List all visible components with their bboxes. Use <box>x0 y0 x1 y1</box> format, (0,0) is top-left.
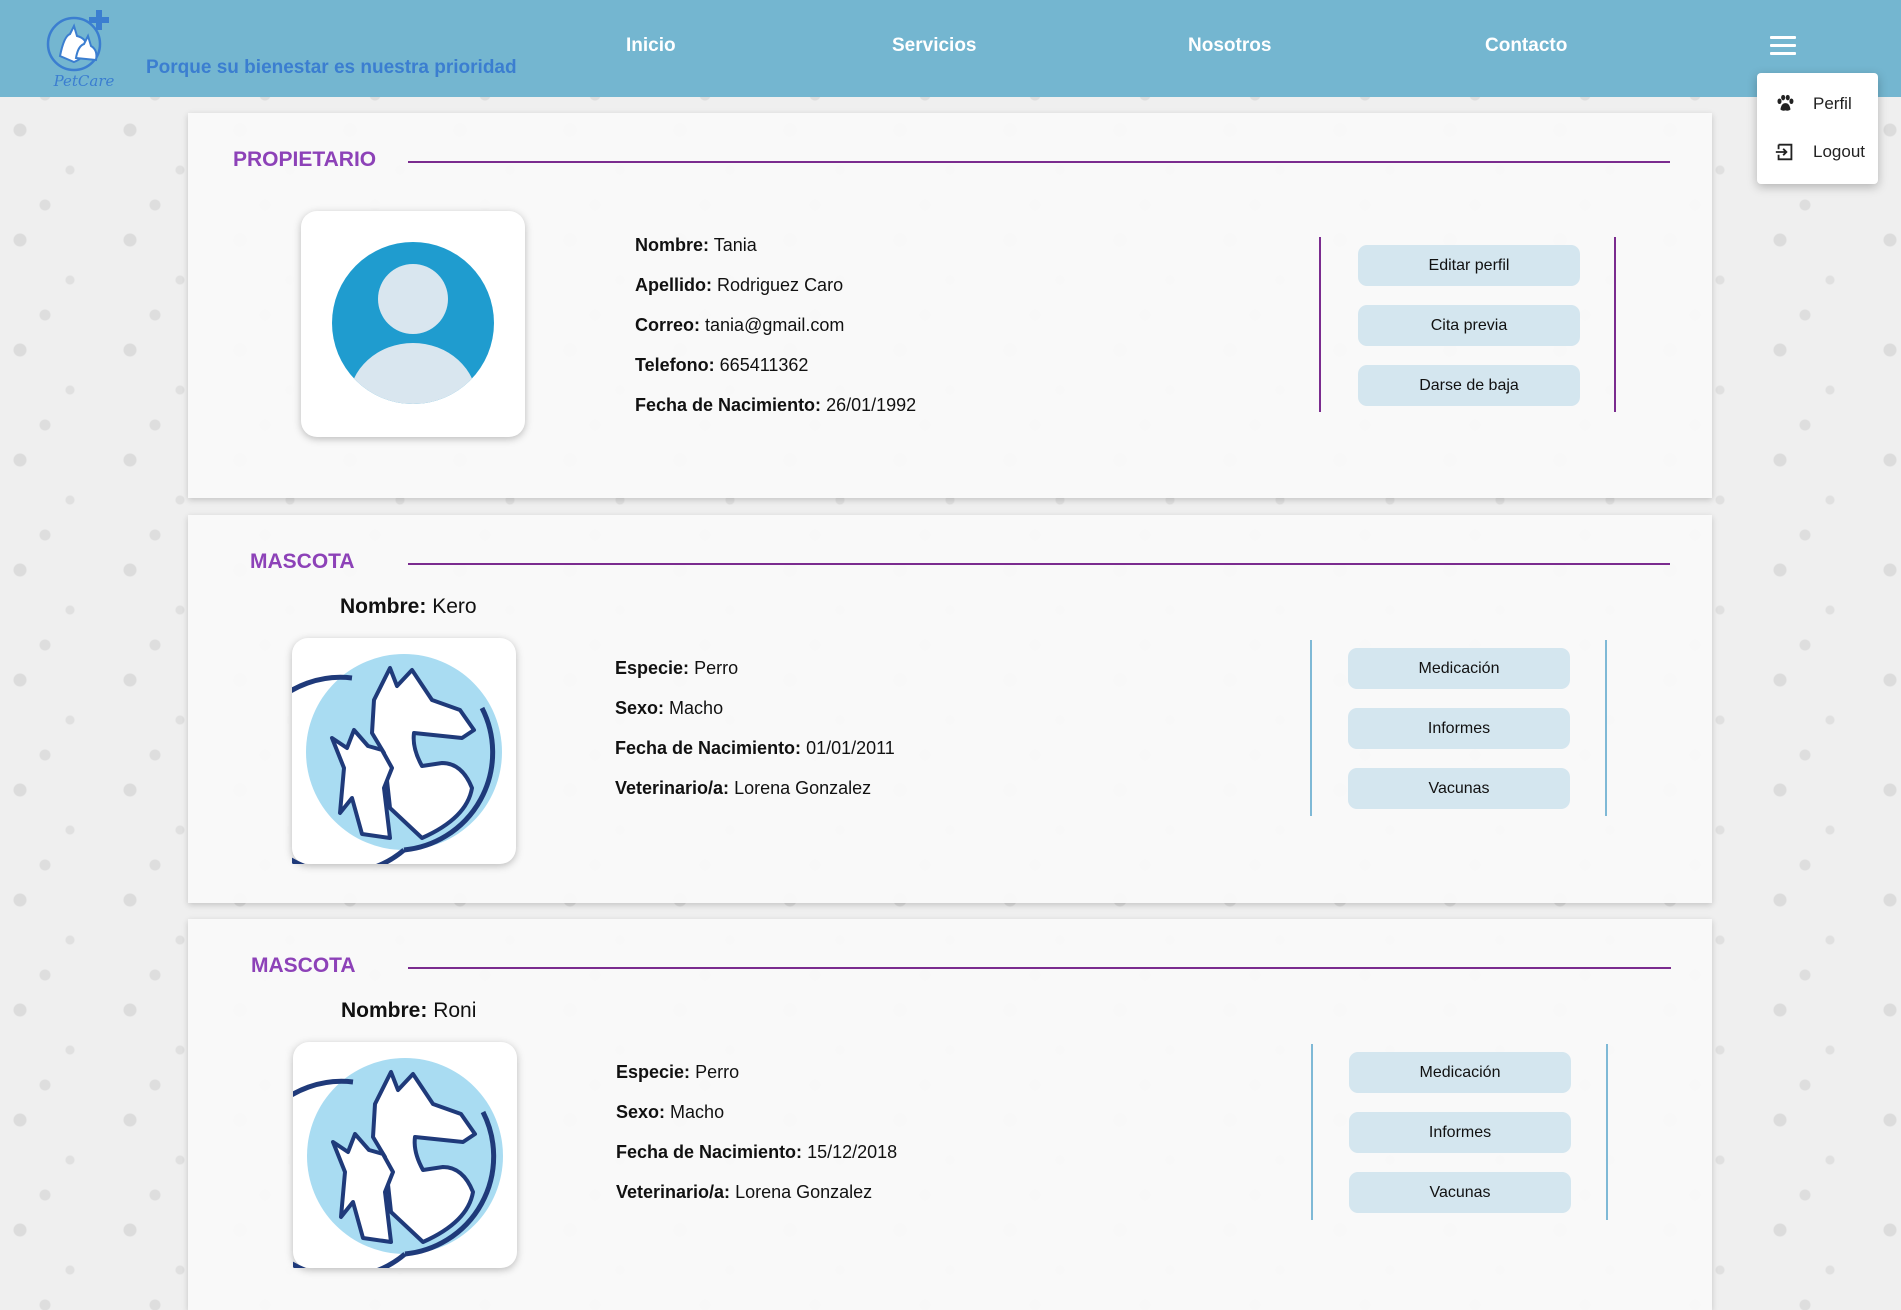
dropdown-item-logout[interactable]: Logout <box>1757 131 1878 171</box>
dog-cat-icon <box>240 654 502 876</box>
actions-right-border <box>1606 1044 1608 1220</box>
paw-icon <box>1777 94 1794 111</box>
top-navbar: PetCare Porque su bienestar es nuestra p… <box>0 0 1901 97</box>
owner-avatar <box>301 211 525 437</box>
vaccines-button[interactable]: Vacunas <box>1349 1172 1571 1213</box>
owner-field-fecha: Fecha de Nacimiento: 26/01/1992 <box>635 395 917 415</box>
owner-section-title: PROPIETARIO <box>233 148 377 171</box>
pet-name: Nombre: Kero <box>340 595 477 618</box>
actions-left-border <box>1319 237 1321 412</box>
logo-text: PetCare <box>53 72 115 90</box>
nav-servicios[interactable]: Servicios <box>892 35 977 57</box>
reports-button[interactable]: Informes <box>1348 708 1570 749</box>
vaccines-button[interactable]: Vacunas <box>1348 768 1570 809</box>
section-divider <box>408 563 1670 565</box>
actions-left-border <box>1310 640 1312 816</box>
pet-field-fecha: Fecha de Nacimiento: 01/01/2011 <box>615 738 895 758</box>
slogan: Porque su bienestar es nuestra prioridad <box>146 57 517 78</box>
pet-name: Nombre: Roni <box>341 999 477 1022</box>
pet-field-veterinario: Veterinario/a: Lorena Gonzalez <box>615 778 872 798</box>
pet-card: MASCOTA Nombre: Roni Especie: Perro Sexo… <box>188 919 1712 1310</box>
unsubscribe-button[interactable]: Darse de baja <box>1358 365 1580 406</box>
dropdown-label-logout: Logout <box>1813 142 1865 161</box>
pet-field-fecha: Fecha de Nacimiento: 15/12/2018 <box>616 1142 898 1162</box>
pet-section-title: MASCOTA <box>250 550 355 573</box>
pet-avatar <box>241 1042 517 1280</box>
owner-field-correo: Correo: tania@gmail.com <box>635 315 845 335</box>
nav-inicio[interactable]: Inicio <box>626 35 676 57</box>
user-dropdown-menu: Perfil Logout <box>1757 73 1878 184</box>
pet-field-sexo: Sexo: Macho <box>616 1102 725 1122</box>
pet-field-especie: Especie: Perro <box>615 658 739 678</box>
medication-button[interactable]: Medicación <box>1348 648 1570 689</box>
user-avatar-icon <box>332 242 494 404</box>
owner-field-telefono: Telefono: 665411362 <box>635 355 809 375</box>
pet-field-veterinario: Veterinario/a: Lorena Gonzalez <box>616 1182 873 1202</box>
dropdown-label-perfil: Perfil <box>1813 94 1852 113</box>
owner-card: PROPIETARIO Nombre: Tania Apellido: Rodr… <box>188 113 1712 498</box>
petcare-logo[interactable]: PetCare <box>44 6 124 90</box>
edit-profile-button[interactable]: Editar perfil <box>1358 245 1580 286</box>
actions-right-border <box>1605 640 1607 816</box>
nav-contacto[interactable]: Contacto <box>1485 35 1567 57</box>
actions-left-border <box>1311 1044 1313 1220</box>
pet-field-especie: Especie: Perro <box>616 1062 740 1082</box>
hamburger-menu-icon[interactable] <box>1770 36 1796 58</box>
dropdown-item-perfil[interactable]: Perfil <box>1757 83 1878 123</box>
pet-section-title: MASCOTA <box>251 954 356 977</box>
pet-avatar <box>240 638 516 876</box>
owner-field-nombre: Nombre: Tania <box>635 235 757 255</box>
owner-field-apellido: Apellido: Rodriguez Caro <box>635 275 844 295</box>
appointment-button[interactable]: Cita previa <box>1358 305 1580 346</box>
dog-cat-icon <box>241 1058 503 1280</box>
section-divider <box>408 967 1671 969</box>
nav-nosotros[interactable]: Nosotros <box>1188 35 1271 57</box>
logout-icon <box>1775 143 1793 161</box>
medication-button[interactable]: Medicación <box>1349 1052 1571 1093</box>
reports-button[interactable]: Informes <box>1349 1112 1571 1153</box>
pet-field-sexo: Sexo: Macho <box>615 698 724 718</box>
section-divider <box>408 161 1670 163</box>
pet-card: MASCOTA Nombre: Kero Especie: Perro Sexo… <box>188 515 1712 903</box>
actions-right-border <box>1614 237 1616 412</box>
